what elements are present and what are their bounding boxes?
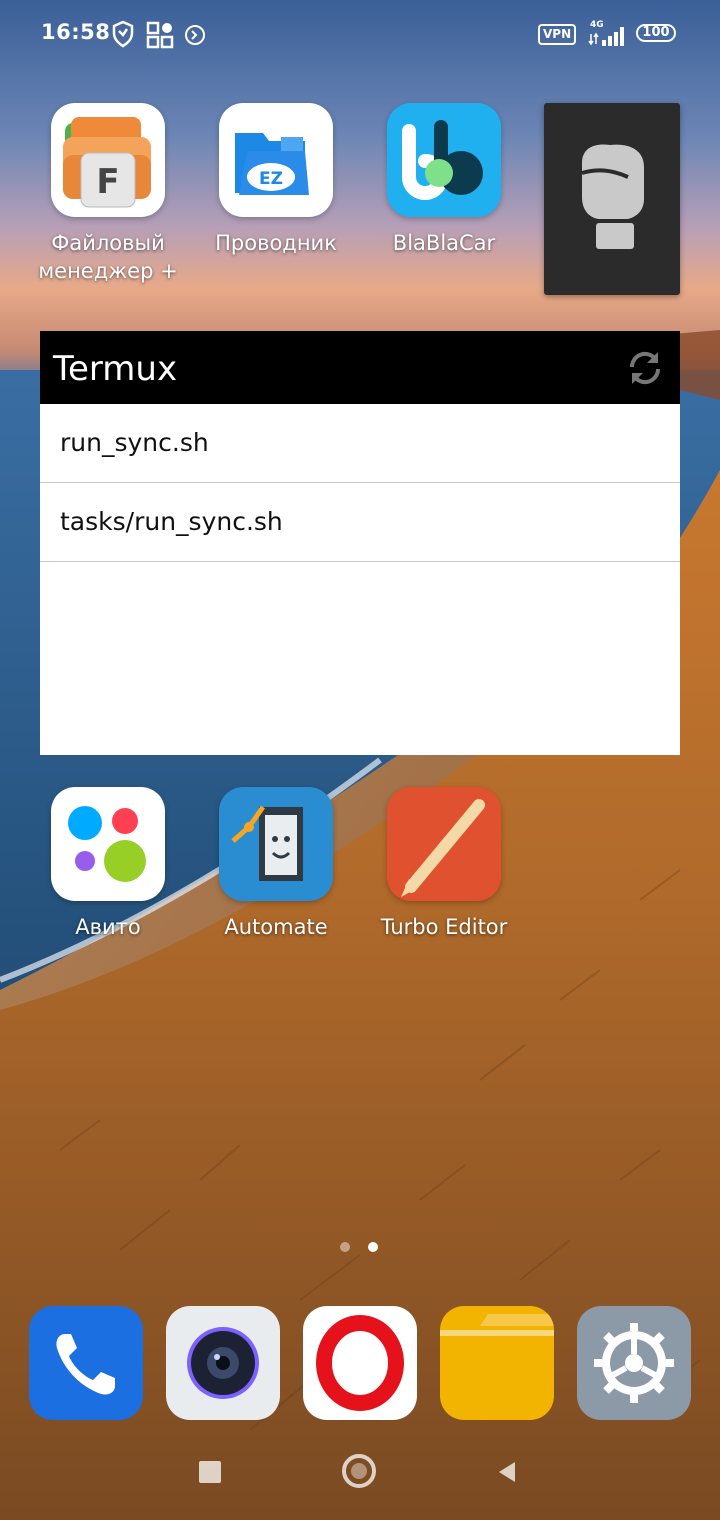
- clock: 16:58: [41, 20, 111, 44]
- turbo-editor-icon: [387, 787, 501, 901]
- app-turbo-editor[interactable]: Turbo Editor: [364, 787, 524, 941]
- camera-icon[interactable]: [166, 1306, 280, 1420]
- blablacar-icon: [387, 103, 501, 217]
- app-label: Automate: [224, 915, 328, 939]
- app-label: BlaBlaCar: [392, 231, 496, 255]
- avito-icon: [51, 787, 165, 901]
- navigation-bar: [0, 1440, 720, 1520]
- app-automate[interactable]: Automate: [196, 787, 356, 941]
- page-dot: [340, 1242, 350, 1252]
- termux-shortcut-tasks-run-sync[interactable]: tasks/run_sync.sh: [40, 483, 680, 562]
- app-blablacar[interactable]: BlaBlaCar: [364, 103, 524, 257]
- file-manager-plus-icon: F: [51, 103, 165, 217]
- settings-icon[interactable]: [577, 1306, 691, 1420]
- app-file-manager-plus[interactable]: F Файловый менеджер +: [28, 103, 188, 285]
- battery-indicator: 100: [636, 24, 676, 42]
- termux-shortcut-run-sync[interactable]: run_sync.sh: [40, 404, 680, 483]
- recents-button[interactable]: [199, 1461, 221, 1483]
- terminal-icon: [185, 25, 205, 45]
- notes-folder-icon[interactable]: [440, 1306, 554, 1420]
- termux-widget-title: Termux: [53, 349, 178, 389]
- home-button-inner: [351, 1463, 367, 1479]
- ez-explorer-icon: EZ: [219, 103, 333, 217]
- termux-widget-header: Termux: [40, 331, 680, 404]
- signal-icon: [588, 27, 624, 46]
- qr-scanner-icon: [146, 21, 174, 49]
- boxing-widget[interactable]: [544, 103, 680, 295]
- opera-icon[interactable]: [303, 1306, 417, 1420]
- refresh-icon[interactable]: [624, 347, 666, 389]
- svg-text:EZ: EZ: [259, 169, 283, 189]
- app-avito[interactable]: Авито: [28, 787, 188, 941]
- svg-text:F: F: [96, 162, 119, 202]
- automate-icon: [219, 787, 333, 901]
- shield-icon: [112, 20, 134, 48]
- home-button[interactable]: [342, 1454, 376, 1488]
- phone-icon[interactable]: [29, 1306, 143, 1420]
- vpn-indicator: VPN: [538, 24, 577, 45]
- back-button[interactable]: [495, 1460, 519, 1484]
- page-dot-active: [368, 1242, 378, 1252]
- boxing-glove-icon: [581, 144, 644, 249]
- app-label: Turbo Editor: [380, 915, 508, 939]
- app-label: Файловый менеджер +: [38, 231, 178, 283]
- battery-level: 100: [642, 25, 670, 40]
- termux-widget: Termux run_sync.sh tasks/run_sync.sh: [40, 331, 680, 755]
- app-ez-explorer[interactable]: EZ Проводник: [196, 103, 356, 257]
- app-label: Авито: [75, 915, 141, 939]
- status-bar: 16:58 VPN 4G 100: [0, 0, 720, 70]
- app-label: Проводник: [215, 231, 337, 255]
